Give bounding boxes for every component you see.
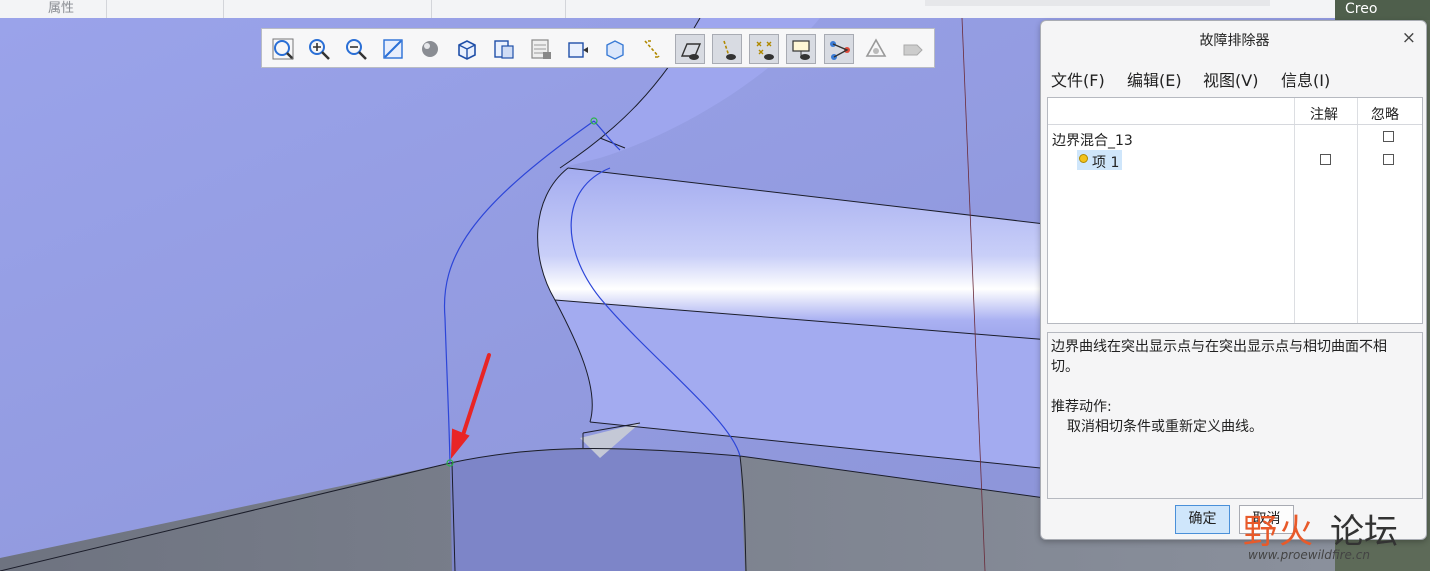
point-display-button[interactable] [749,34,779,64]
action-text: 取消相切条件或重新定义曲线。 [1067,419,1263,435]
ignore-checkbox[interactable] [1383,154,1394,165]
view-manager-button[interactable] [489,34,519,64]
feature-label: 边界混合_13 [1052,133,1133,149]
message-text-line1: 边界曲线在突出显示点与在突出显示点与相切曲面不相 [1051,339,1387,355]
tree-header: 注解 忽略 [1048,98,1422,125]
message-text-line2: 切。 [1051,359,1079,375]
axis-display-icon [723,40,736,60]
display-style-icon [422,41,438,57]
display-style-button[interactable] [415,34,445,64]
item-label: 项 1 [1092,155,1120,171]
perspective-button[interactable] [600,34,630,64]
perspective-icon [606,40,624,60]
app-badge: Creo [1335,0,1430,20]
column-ignore-header[interactable]: 忽略 [1371,104,1399,124]
layer-button[interactable] [526,34,556,64]
menu-view[interactable]: 视图(V) [1203,67,1258,91]
repaint-button[interactable] [378,34,408,64]
menu-edit[interactable]: 编辑(E) [1127,67,1182,91]
annotation-display-icon [830,41,850,60]
column-note-header[interactable]: 注解 [1310,104,1338,124]
csys-display-icon [792,40,810,60]
tree-row-feature[interactable]: 边界混合_13 [1048,128,1422,150]
ignore-checkbox[interactable] [1383,131,1394,142]
point-display-icon [756,41,774,60]
spin-center-icon [865,38,887,57]
repaint-icon [383,39,403,59]
property-cell [431,0,566,18]
watermark-logo: 野火 论坛 www.proewildfire.cn [1238,488,1428,568]
zoom-out-icon [346,39,367,60]
zoom-out-button[interactable] [341,34,371,64]
troubleshooter-dialog: 故障排除器 × 文件(F) 编辑(E) 视图(V) 信息(I) 注解 忽略 边界… [1040,20,1427,540]
refit-button[interactable] [268,34,298,64]
view-toolbar [261,28,935,68]
top-property-strip: 属性 [0,0,1335,19]
axis-display-button[interactable] [712,34,742,64]
spin-center-button[interactable] [861,34,891,64]
warning-dot-icon [1079,154,1088,163]
watermark-brand-left: 野火 [1243,512,1315,552]
annotation-plane-icon [903,44,923,56]
named-view-icon [568,42,588,58]
note-checkbox[interactable] [1320,154,1331,165]
message-panel: 边界曲线在突出显示点与在突出显示点与相切曲面不相 切。 推荐动作: 取消相切条件… [1047,332,1423,499]
named-view-button[interactable] [563,34,593,64]
layer-icon [531,39,551,59]
watermark-url: www.proewildfire.cn [1248,548,1370,562]
tree-row-item[interactable]: 项 1 [1048,150,1422,172]
datum-display-icon [644,40,660,58]
menu-info[interactable]: 信息(I) [1281,67,1330,91]
boundary-blend-patch [450,449,745,571]
annotation-display-button[interactable] [824,34,854,64]
property-tab-cell[interactable]: 属性 [0,0,107,18]
close-icon[interactable]: × [1402,28,1416,48]
zoom-in-icon [309,39,330,60]
troubleshooter-tree[interactable]: 注解 忽略 边界混合_13 项 1 [1047,97,1423,324]
saved-orientations-button[interactable] [452,34,482,64]
annotation-plane-button[interactable] [898,34,928,64]
app-badge-label: Creo [1345,1,1378,17]
property-cell [223,0,432,18]
action-title: 推荐动作: [1051,399,1112,415]
plane-display-icon [680,43,702,60]
properties-label: 属性 [48,1,75,16]
saved-orientations-icon [458,40,476,60]
refit-icon [272,38,294,60]
progress-slot [925,0,1270,6]
dialog-title: 故障排除器 [1199,33,1270,49]
zoom-in-button[interactable] [304,34,334,64]
watermark-brand-right: 论坛 [1330,512,1398,552]
ok-button[interactable]: 确定 [1175,505,1230,534]
csys-display-button[interactable] [786,34,816,64]
datum-display-button[interactable] [637,34,667,64]
menu-file[interactable]: 文件(F) [1051,67,1105,91]
view-manager-icon [494,40,514,59]
property-cell [106,0,224,18]
plane-display-button[interactable] [675,34,705,64]
